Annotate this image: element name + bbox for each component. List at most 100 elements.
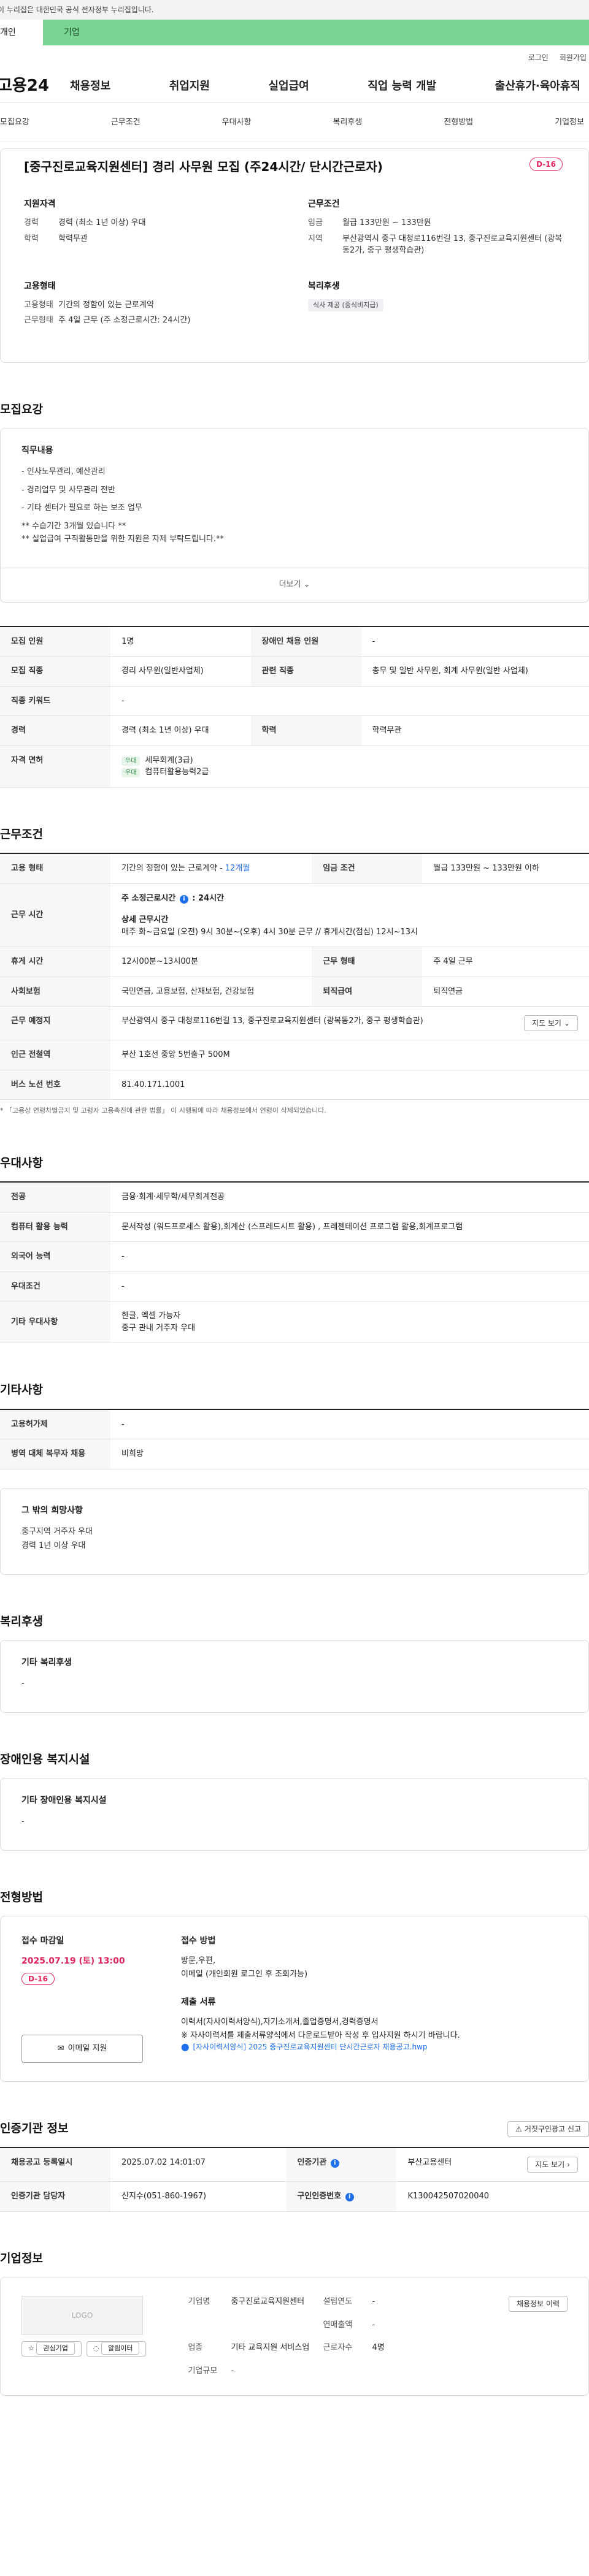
- place-address: 부산광역시 중구 대청로116번길 13, 중구진로교육지원센터 (광복동2가,…: [121, 1016, 423, 1026]
- anchor-work[interactable]: 근무조건: [111, 116, 141, 129]
- table-row: 고용 형태 기간의 정함이 있는 근로계약 - 12개월 임금 조건 월급 13…: [0, 853, 589, 884]
- company-info-grid: 기업명 중구진로교육지원센터 설립연도 - 연매출액 - 업종 기타 교육지원 서비스업…: [188, 2296, 464, 2377]
- favorite-company-button[interactable]: ☆ 관심기업: [21, 2341, 82, 2357]
- file-name: [자사이력서양식] 2025 중구진로교육지원센터 단시간근로자 채용공고.hw…: [193, 2043, 428, 2051]
- more-label: 더보기: [279, 580, 301, 590]
- duty-line: ** 수습기간 3개월 있습니다 **: [21, 521, 126, 531]
- file-download-link[interactable]: ⬤ [자사이력서양식] 2025 중구진로교육지원센터 단시간근로자 채용공고.h…: [181, 2041, 568, 2052]
- user-type-tabs: 개인 기업: [0, 20, 589, 45]
- mail-icon: ✉: [57, 2043, 64, 2053]
- detail-hours: 매주 화~금요일 (오전) 9시 30분~(오후) 4시 30분 근무 // 휴…: [121, 927, 418, 937]
- wish-line: 경력 1년 이상 우대: [21, 1541, 86, 1550]
- report-fake-ad-button[interactable]: ⚠ 거짓구인광고 신고: [507, 2121, 589, 2137]
- method-title: 접수 방법: [181, 1936, 216, 1946]
- label: 전공: [0, 1182, 110, 1213]
- info-icon[interactable]: i: [345, 2193, 354, 2201]
- gnb-leave[interactable]: 출산휴가·육아휴직: [495, 78, 580, 94]
- duty-line: - 기타 센터가 필요로 하는 보조 업무: [21, 503, 142, 513]
- value: 지도 보기 ⌄ 부산광역시 중구 대청로116번길 13, 중구진로교육지원센터 (…: [110, 1006, 589, 1040]
- label: 구인인증번호 i: [286, 2181, 397, 2212]
- value: 주 4일 근무 (주 소정근로시간: 24시간): [58, 316, 191, 325]
- label: 경력: [0, 715, 110, 746]
- alarm-label: 알림이터: [101, 2342, 140, 2355]
- table-row: 고용허가제 -: [0, 1409, 589, 1439]
- disabled-box-value: -: [21, 1817, 25, 1826]
- chevron-down-icon: ⌄: [563, 1019, 570, 1027]
- gnb-unemployment[interactable]: 실업급여: [269, 78, 309, 94]
- info-icon[interactable]: i: [179, 894, 188, 904]
- value: 경력 (최소 1년 이상) 우대: [58, 218, 146, 227]
- recruit-table: 모집 인원 1명 장애인 채용 인원 - 모집 직종 경리 사무원(일반사업체) 관련 직…: [0, 625, 589, 788]
- label: 장애인 채용 인원: [250, 626, 361, 657]
- tab-company[interactable]: 기업: [43, 20, 589, 45]
- value: 월급 133만원 ~ 133만원: [342, 218, 431, 227]
- label: 채용공고 등록일시: [0, 2147, 110, 2182]
- org-name: 부산고용센터: [407, 2158, 452, 2167]
- work-table: 고용 형태 기간의 정함이 있는 근로계약 - 12개월 임금 조건 월급 13…: [0, 853, 589, 1100]
- chevron-right-icon: ›: [567, 2160, 570, 2169]
- anchor-company[interactable]: 기업정보: [555, 116, 584, 129]
- welfare-box-value: -: [21, 1679, 25, 1688]
- job-history-button[interactable]: 채용정보 이력: [508, 2296, 568, 2312]
- email-apply-button[interactable]: ✉ 이메일 지원: [21, 2034, 143, 2063]
- login-link[interactable]: 로그인: [528, 52, 549, 63]
- label: 병역 대체 복무자 채용: [0, 1439, 110, 1469]
- table-row: 외국어 능력 -: [0, 1241, 589, 1272]
- table-row: 근무 시간 주 소정근로시간 i : 24시간 상세 근무시간 매주 화~금요일…: [0, 883, 589, 947]
- anchor-process[interactable]: 전형방법: [444, 116, 473, 129]
- value: 4명: [372, 2343, 385, 2352]
- map-button-label: 지도 보기: [535, 2160, 565, 2169]
- gov-notice-text: 이 누리집은 대한민국 공식 전자정부 누리집입니다.: [0, 6, 154, 14]
- job-summary-card: [중구진로교육지원센터] 경리 사무원 모집 (주24시간/ 단시간근로자) D…: [0, 148, 589, 363]
- section-title-recruit: 모집요강: [0, 402, 43, 416]
- duty-title: 직무내용: [21, 446, 53, 455]
- site-logo[interactable]: 고용24: [0, 74, 70, 98]
- label: 자격 면허: [0, 745, 110, 788]
- label: 버스 노선 번호: [0, 1070, 110, 1100]
- table-row: 모집 인원 1명 장애인 채용 인원 -: [0, 626, 589, 657]
- process-box: 접수 마감일 2025.07.19 (토) 13:00 D-16 ✉ 이메일 지원…: [0, 1916, 589, 2082]
- map-button[interactable]: 지도 보기 ⌄: [523, 1015, 578, 1031]
- gnb-skills[interactable]: 직업 능력 개발: [368, 78, 436, 94]
- docs-title: 제출 서류: [181, 1997, 216, 2007]
- label: 휴게 시간: [0, 947, 110, 977]
- weekly-hours-label: 주 소정근로시간: [121, 893, 176, 903]
- table-row: 사회보험 국민연금, 고용보험, 산재보험, 건강보험 퇴직급여 퇴직연금: [0, 977, 589, 1007]
- value: 기타 교육지원 서비스업: [231, 2343, 310, 2352]
- label: 고용형태: [24, 300, 53, 310]
- map-button[interactable]: 지도 보기 ›: [527, 2157, 578, 2173]
- gnb-jobs[interactable]: 채용정보: [70, 78, 110, 94]
- value: 신지수(051-860-1967): [110, 2181, 287, 2212]
- tab-personal[interactable]: 개인: [0, 20, 43, 45]
- more-button[interactable]: 더보기 ⌄: [0, 568, 589, 603]
- pref-table: 전공 금융·회계·세무학/세무회계전공 컴퓨터 활용 능력 문서작성 (워드프로세스…: [0, 1181, 589, 1343]
- label: 인근 전철역: [0, 1040, 110, 1070]
- disabled-box: 기타 장애인용 복지시설 -: [0, 1778, 589, 1851]
- wish-box: 그 밖의 희망사항 중구지역 거주자 우대 경력 1년 이상 우대: [0, 1487, 589, 1575]
- section-title-disabled: 장애인용 복지시설: [0, 1752, 90, 1766]
- label: 업종: [188, 2343, 203, 2352]
- anchor-welfare[interactable]: 복리후생: [333, 116, 362, 129]
- value: 경력 (최소 1년 이상) 우대: [110, 715, 251, 746]
- gnb-employment-support[interactable]: 취업지원: [169, 78, 210, 94]
- etc-line: 한글, 엑셀 가능자: [121, 1311, 181, 1320]
- anchor-pref[interactable]: 우대사항: [222, 116, 252, 129]
- alarm-button[interactable]: ◌ 알림이터: [86, 2341, 147, 2357]
- company-logo: LOGO: [21, 2296, 143, 2335]
- signup-link[interactable]: 회원가입: [560, 52, 587, 63]
- table-row: 버스 노선 번호 81.40.171.1001: [0, 1070, 589, 1100]
- favorite-label: 관심기업: [36, 2342, 75, 2355]
- job-title: [중구진로교육지원센터] 경리 사무원 모집 (주24시간/ 단시간근로자): [24, 159, 383, 174]
- info-icon[interactable]: i: [330, 2159, 339, 2168]
- anchor-recruit[interactable]: 모집요강: [0, 116, 29, 129]
- label: 고용 형태: [0, 853, 110, 884]
- summary-employment: 고용형태 고용형태 기간의 정함이 있는 근로계약 근무형태 주 4일 근무 (주 …: [24, 280, 283, 330]
- value: 기간의 정함이 있는 근로계약 - 12개월: [110, 853, 312, 884]
- duty-line: - 경리업무 및 사무관리 전반: [21, 485, 115, 495]
- label: 관련 직종: [250, 656, 361, 687]
- wish-title: 그 밖의 희망사항: [21, 1505, 83, 1515]
- welfare-chip: 식사 제공 (중식비지급): [308, 299, 383, 311]
- value: 지도 보기 › 부산고용센터: [396, 2147, 589, 2182]
- age-note: * 「고용상 연령차별금지 및 고령자 고용촉진에 관한 법률」 이 시행됨에 …: [0, 1107, 326, 1115]
- deadline-date: 2025.07.19 (토) 13:00: [21, 1956, 125, 1966]
